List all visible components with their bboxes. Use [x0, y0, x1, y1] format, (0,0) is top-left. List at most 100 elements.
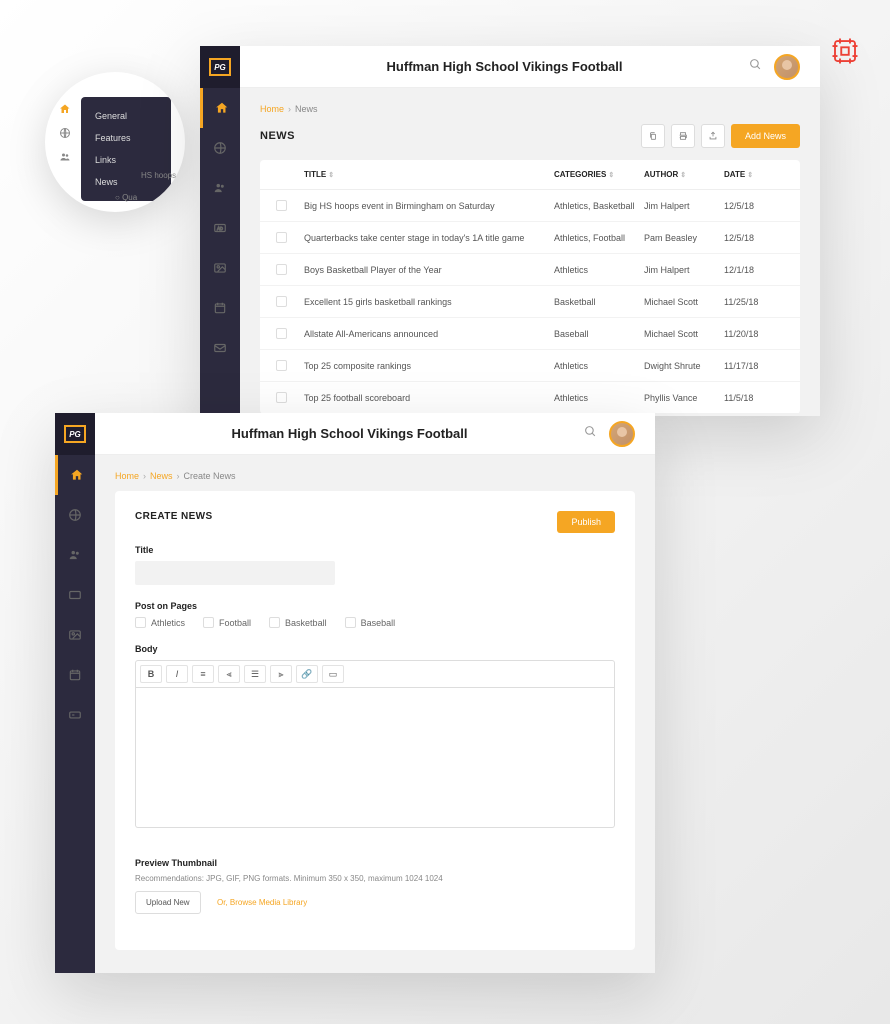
table-row[interactable]: Big HS hoops event in Birmingham on Satu… [260, 190, 800, 222]
post-on-label: Post on Pages [135, 601, 615, 611]
sidebar-globe-icon[interactable] [200, 128, 240, 168]
sidebar-ad-icon[interactable]: AD [200, 208, 240, 248]
sidebar-ad-icon[interactable] [55, 575, 95, 615]
header: Huffman High School Vikings Football [95, 413, 655, 455]
page-option[interactable]: Basketball [269, 617, 327, 628]
list-ul-button[interactable]: ≡ [192, 665, 214, 683]
sidebar-image-icon[interactable] [55, 615, 95, 655]
globe-icon[interactable] [53, 121, 77, 145]
cell-date: 11/5/18 [724, 393, 784, 403]
print-icon-button[interactable] [671, 124, 695, 148]
page-title: Huffman High School Vikings Football [260, 59, 749, 74]
page-option-label: Athletics [151, 618, 185, 628]
thumbnail-hint: Recommendations: JPG, GIF, PNG formats. … [135, 874, 615, 883]
page-option-label: Baseball [361, 618, 396, 628]
section-title: NEWS [260, 130, 295, 142]
body-editor[interactable] [135, 688, 615, 828]
column-title[interactable]: TITLE⇕ [304, 170, 554, 179]
cell-date: 11/17/18 [724, 361, 784, 371]
editor-toolbar: B I ≡ ⫷ ☰ ⫸ 🔗 ▭ [135, 660, 615, 688]
avatar[interactable] [774, 54, 800, 80]
sidebar-mail-icon[interactable] [200, 328, 240, 368]
checkbox[interactable] [203, 617, 214, 628]
breadcrumb-home[interactable]: Home [260, 104, 284, 114]
sidebar-card-icon[interactable] [55, 695, 95, 735]
hint-text: ○ Qua [115, 193, 137, 202]
italic-button[interactable]: I [166, 665, 188, 683]
title-label: Title [135, 545, 615, 555]
row-checkbox[interactable] [276, 264, 287, 275]
row-checkbox[interactable] [276, 200, 287, 211]
browse-media-link[interactable]: Or, Browse Media Library [217, 898, 307, 907]
cell-title: Boys Basketball Player of the Year [304, 265, 554, 275]
menu-item-features[interactable]: Features [81, 127, 171, 149]
row-checkbox[interactable] [276, 392, 287, 403]
page-title: Huffman High School Vikings Football [115, 426, 584, 441]
home-icon[interactable] [53, 97, 77, 121]
sidebar-globe-icon[interactable] [55, 495, 95, 535]
page-option[interactable]: Baseball [345, 617, 396, 628]
logo[interactable]: PG [200, 46, 240, 88]
users-icon[interactable] [53, 145, 77, 169]
title-input[interactable] [135, 561, 335, 585]
table-row[interactable]: Top 25 football scoreboard Athletics Phy… [260, 382, 800, 414]
cell-date: 11/25/18 [724, 297, 784, 307]
cell-categories: Athletics, Football [554, 233, 644, 243]
cell-author: Jim Halpert [644, 201, 724, 211]
bold-button[interactable]: B [140, 665, 162, 683]
avatar[interactable] [609, 421, 635, 447]
page-option[interactable]: Athletics [135, 617, 185, 628]
align-right-button[interactable]: ⫸ [270, 665, 292, 683]
search-icon[interactable] [749, 58, 762, 76]
cell-title: Top 25 composite rankings [304, 361, 554, 371]
cell-categories: Basketball [554, 297, 644, 307]
sidebar-home-icon[interactable] [200, 88, 240, 128]
page-option-label: Football [219, 618, 251, 628]
cell-categories: Athletics [554, 361, 644, 371]
breadcrumb-home[interactable]: Home [115, 471, 139, 481]
table-row[interactable]: Excellent 15 girls basketball rankings B… [260, 286, 800, 318]
sidebar-users-icon[interactable] [55, 535, 95, 575]
search-icon[interactable] [584, 425, 597, 443]
table-row[interactable]: Quarterbacks take center stage in today'… [260, 222, 800, 254]
table-row[interactable]: Allstate All-Americans announced Basebal… [260, 318, 800, 350]
checkbox[interactable] [269, 617, 280, 628]
sidebar: PG [55, 413, 95, 973]
checkbox[interactable] [135, 617, 146, 628]
sidebar-home-icon[interactable] [55, 455, 95, 495]
sidebar-image-icon[interactable] [200, 248, 240, 288]
breadcrumb-current: Create News [184, 471, 236, 481]
sidebar-calendar-icon[interactable] [200, 288, 240, 328]
table-row[interactable]: Boys Basketball Player of the Year Athle… [260, 254, 800, 286]
menu-item-general[interactable]: General [81, 105, 171, 127]
menu-item-links[interactable]: Links [81, 149, 171, 171]
column-categories[interactable]: CATEGORIES⇕ [554, 170, 644, 179]
row-checkbox[interactable] [276, 360, 287, 371]
column-author[interactable]: AUTHOR⇕ [644, 170, 724, 179]
cell-author: Pam Beasley [644, 233, 724, 243]
sidebar-users-icon[interactable] [200, 168, 240, 208]
cell-categories: Baseball [554, 329, 644, 339]
page-option[interactable]: Football [203, 617, 251, 628]
link-button[interactable]: 🔗 [296, 665, 318, 683]
logo[interactable]: PG [55, 413, 95, 455]
table-row[interactable]: Top 25 composite rankings Athletics Dwig… [260, 350, 800, 382]
add-news-button[interactable]: Add News [731, 124, 800, 148]
publish-button[interactable]: Publish [557, 511, 615, 533]
cell-date: 11/20/18 [724, 329, 784, 339]
export-icon-button[interactable] [701, 124, 725, 148]
row-checkbox[interactable] [276, 296, 287, 307]
checkbox[interactable] [345, 617, 356, 628]
copy-icon-button[interactable] [641, 124, 665, 148]
align-center-button[interactable]: ☰ [244, 665, 266, 683]
align-left-button[interactable]: ⫷ [218, 665, 240, 683]
sidebar-calendar-icon[interactable] [55, 655, 95, 695]
cell-author: Phyllis Vance [644, 393, 724, 403]
image-button[interactable]: ▭ [322, 665, 344, 683]
breadcrumb-news[interactable]: News [150, 471, 173, 481]
row-checkbox[interactable] [276, 232, 287, 243]
upload-button[interactable]: Upload New [135, 891, 201, 914]
row-checkbox[interactable] [276, 328, 287, 339]
breadcrumb-current: News [295, 104, 318, 114]
column-date[interactable]: DATE⇕ [724, 170, 784, 179]
